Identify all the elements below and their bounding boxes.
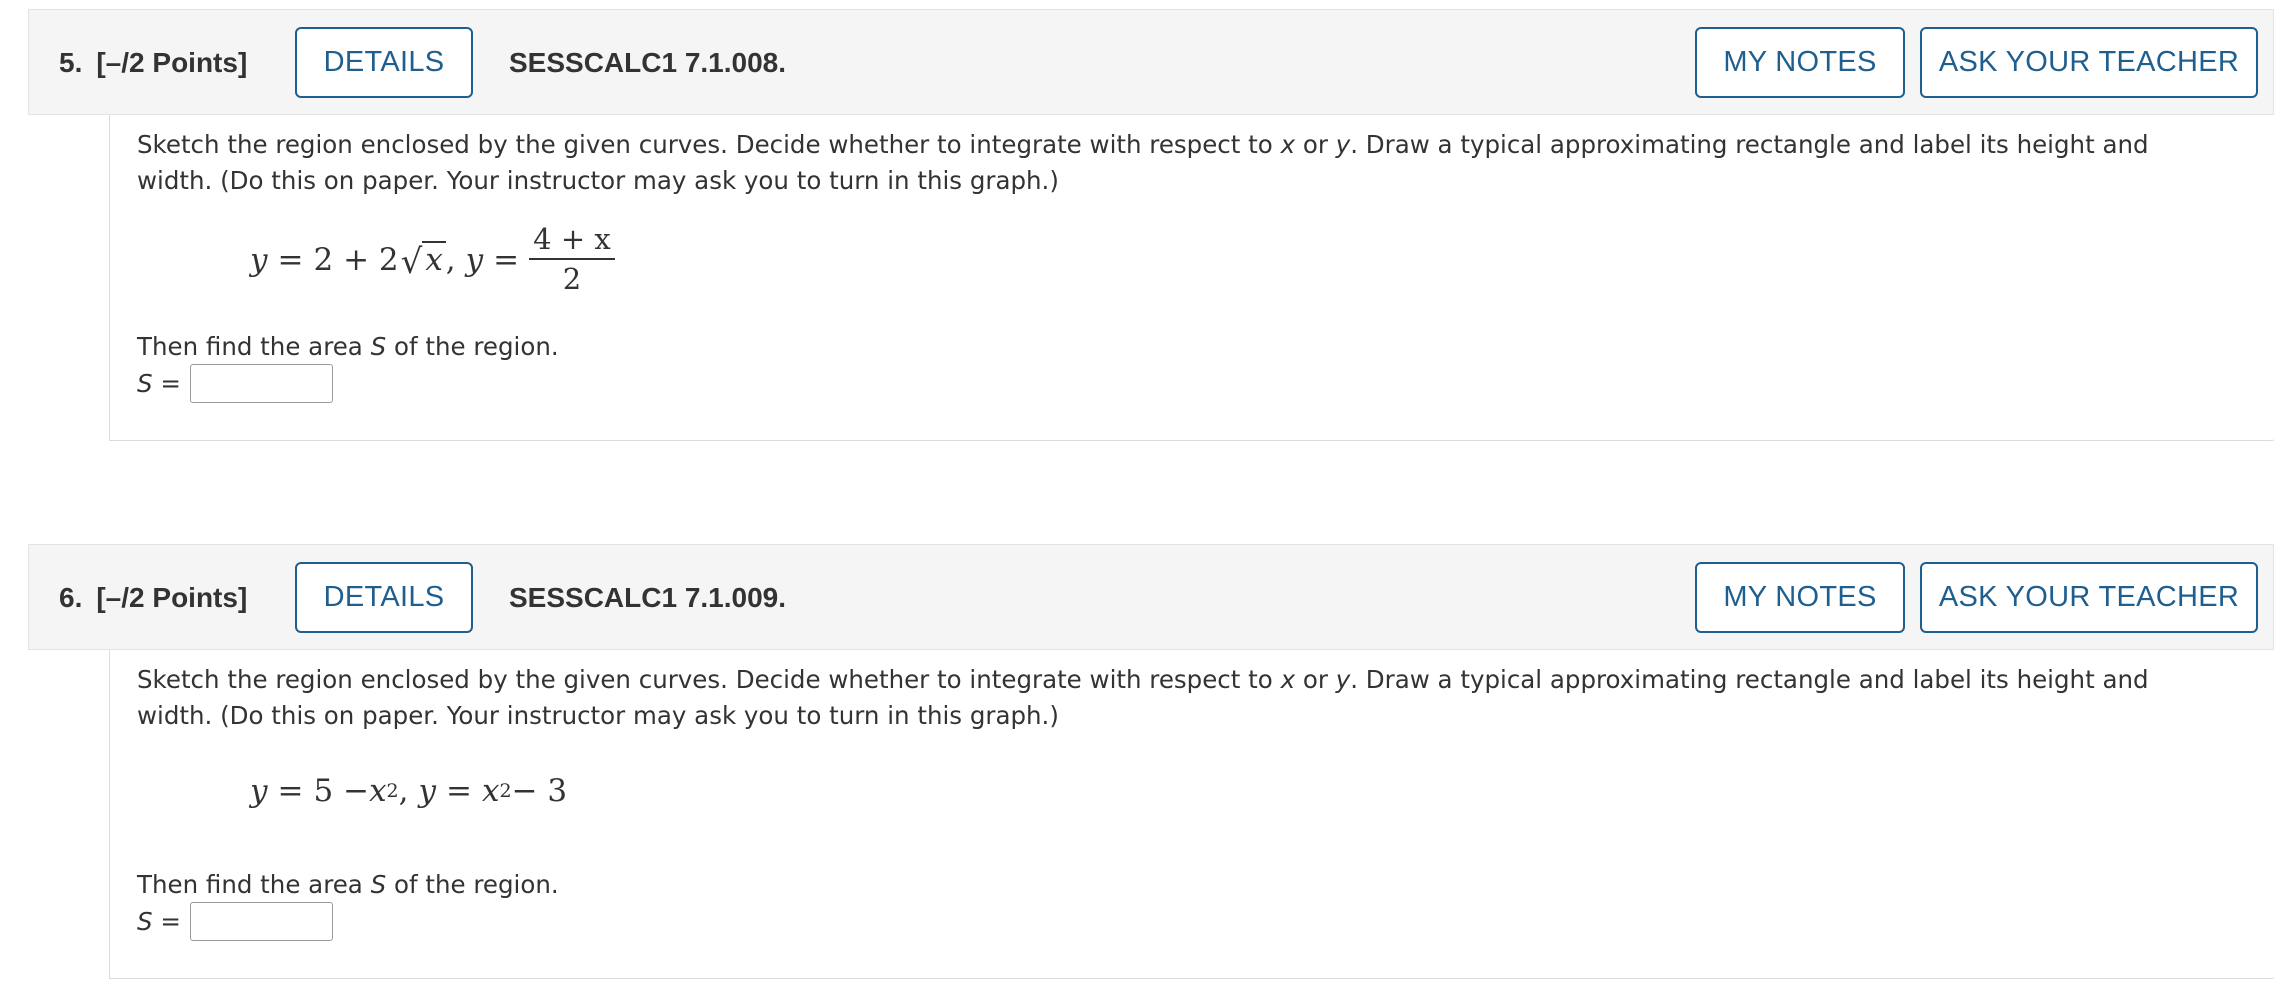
question-number: 6. [–/2 Points] xyxy=(59,545,247,651)
curves-equation: y = 5 − x2 , y = x2 − 3 xyxy=(250,773,568,809)
question-number-label: 5. xyxy=(59,47,83,78)
points-label: [–/2 Points] xyxy=(96,582,248,613)
answer-row: S = xyxy=(137,902,333,941)
answer-label: S = xyxy=(137,369,181,398)
question-body: Sketch the region enclosed by the given … xyxy=(109,115,2274,441)
my-notes-button[interactable]: MY NOTES xyxy=(1695,562,1905,633)
ask-teacher-button[interactable]: ASK YOUR TEACHER xyxy=(1920,562,2258,633)
question-code: SESSCALC1 7.1.008. xyxy=(509,47,787,78)
area-instruction: Then find the area S of the region. xyxy=(137,332,559,361)
area-answer-input[interactable] xyxy=(189,902,333,941)
question-body: Sketch the region enclosed by the given … xyxy=(109,650,2274,979)
ask-teacher-button[interactable]: ASK YOUR TEACHER xyxy=(1920,27,2258,98)
details-button[interactable]: DETAILS xyxy=(295,562,473,633)
my-notes-button[interactable]: MY NOTES xyxy=(1695,27,1905,98)
question-header: 5. [–/2 Points] DETAILS SESSCALC1 7.1.00… xyxy=(28,9,2274,115)
area-instruction: Then find the area S of the region. xyxy=(137,870,559,899)
fraction: 4 + x 2 xyxy=(529,223,615,297)
question-code: SESSCALC1 7.1.009. xyxy=(509,582,787,613)
points-label: [–/2 Points] xyxy=(96,47,248,78)
question-number: 5. [–/2 Points] xyxy=(59,10,247,116)
answer-row: S = xyxy=(137,364,333,403)
area-answer-input[interactable] xyxy=(189,364,333,403)
curves-equation: y = 2 + 2 √ x , y = 4 + x 2 xyxy=(250,220,615,300)
answer-label: S = xyxy=(137,907,181,936)
square-root: √ x xyxy=(401,241,446,279)
question-prompt: Sketch the region enclosed by the given … xyxy=(137,130,2149,195)
question-header: 6. [–/2 Points] DETAILS SESSCALC1 7.1.00… xyxy=(28,544,2274,650)
question-number-label: 6. xyxy=(59,582,83,613)
question-prompt: Sketch the region enclosed by the given … xyxy=(137,665,2149,730)
details-button[interactable]: DETAILS xyxy=(295,27,473,98)
